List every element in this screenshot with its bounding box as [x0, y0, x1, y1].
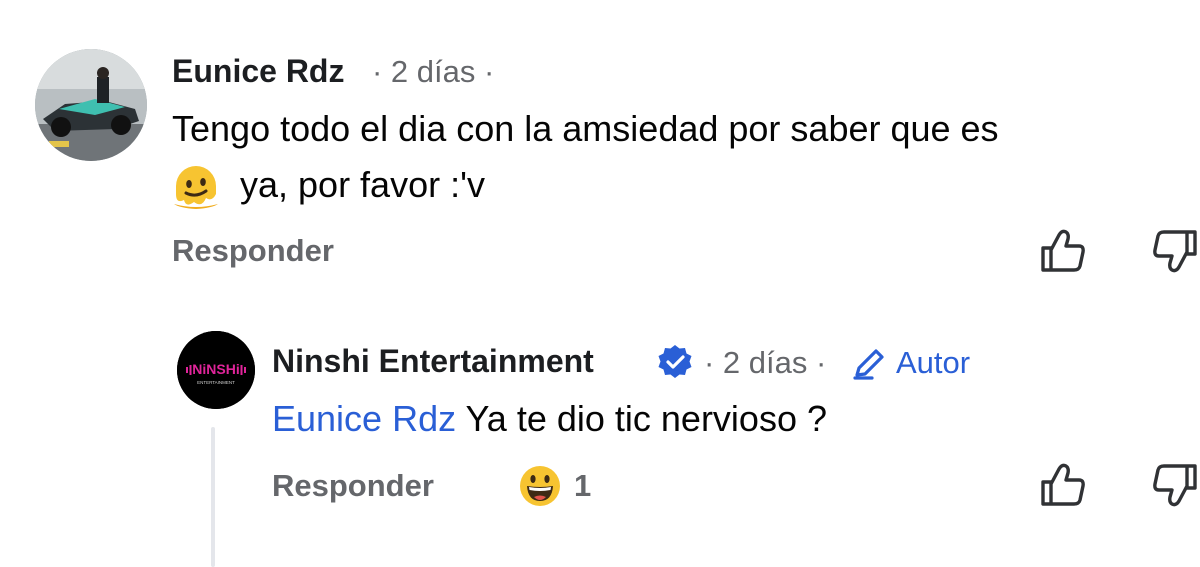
- grinning-face-emoji-icon[interactable]: [518, 464, 562, 508]
- reply-button[interactable]: Responder: [272, 468, 434, 504]
- reply-text: Ya te dio tic nervioso ?: [465, 398, 827, 439]
- comment-text-line1: Tengo todo el dia con la amsiedad por sa…: [172, 108, 999, 149]
- like-icon[interactable]: [1040, 463, 1086, 507]
- dislike-icon[interactable]: [1152, 463, 1198, 507]
- author-badge: Autor: [896, 345, 971, 380]
- thread-line: [211, 427, 215, 567]
- avatar[interactable]: NiNSHi ENTERTAINMENT: [177, 331, 255, 409]
- logo-subtext: ENTERTAINMENT: [197, 380, 235, 385]
- reaction-count: 1: [574, 468, 592, 503]
- like-icon[interactable]: [1040, 229, 1086, 273]
- verified-badge-icon: [656, 343, 694, 381]
- avatar[interactable]: [35, 49, 147, 161]
- pencil-icon: [852, 346, 888, 380]
- dislike-icon[interactable]: [1152, 229, 1198, 273]
- reply-timestamp: · 2 días ·: [704, 345, 827, 380]
- comment-author-name[interactable]: Eunice Rdz: [172, 53, 344, 90]
- logo-text: NiNSHi: [192, 361, 239, 377]
- mention-link[interactable]: Eunice Rdz: [272, 398, 456, 439]
- comment-timestamp: · 2 días ·: [372, 54, 495, 89]
- melting-face-emoji-icon: [172, 164, 220, 210]
- comment-text-line2: ya, por favor :'v: [240, 164, 485, 205]
- reply-button[interactable]: Responder: [172, 233, 334, 269]
- reply-author-name[interactable]: Ninshi Entertainment: [272, 343, 594, 380]
